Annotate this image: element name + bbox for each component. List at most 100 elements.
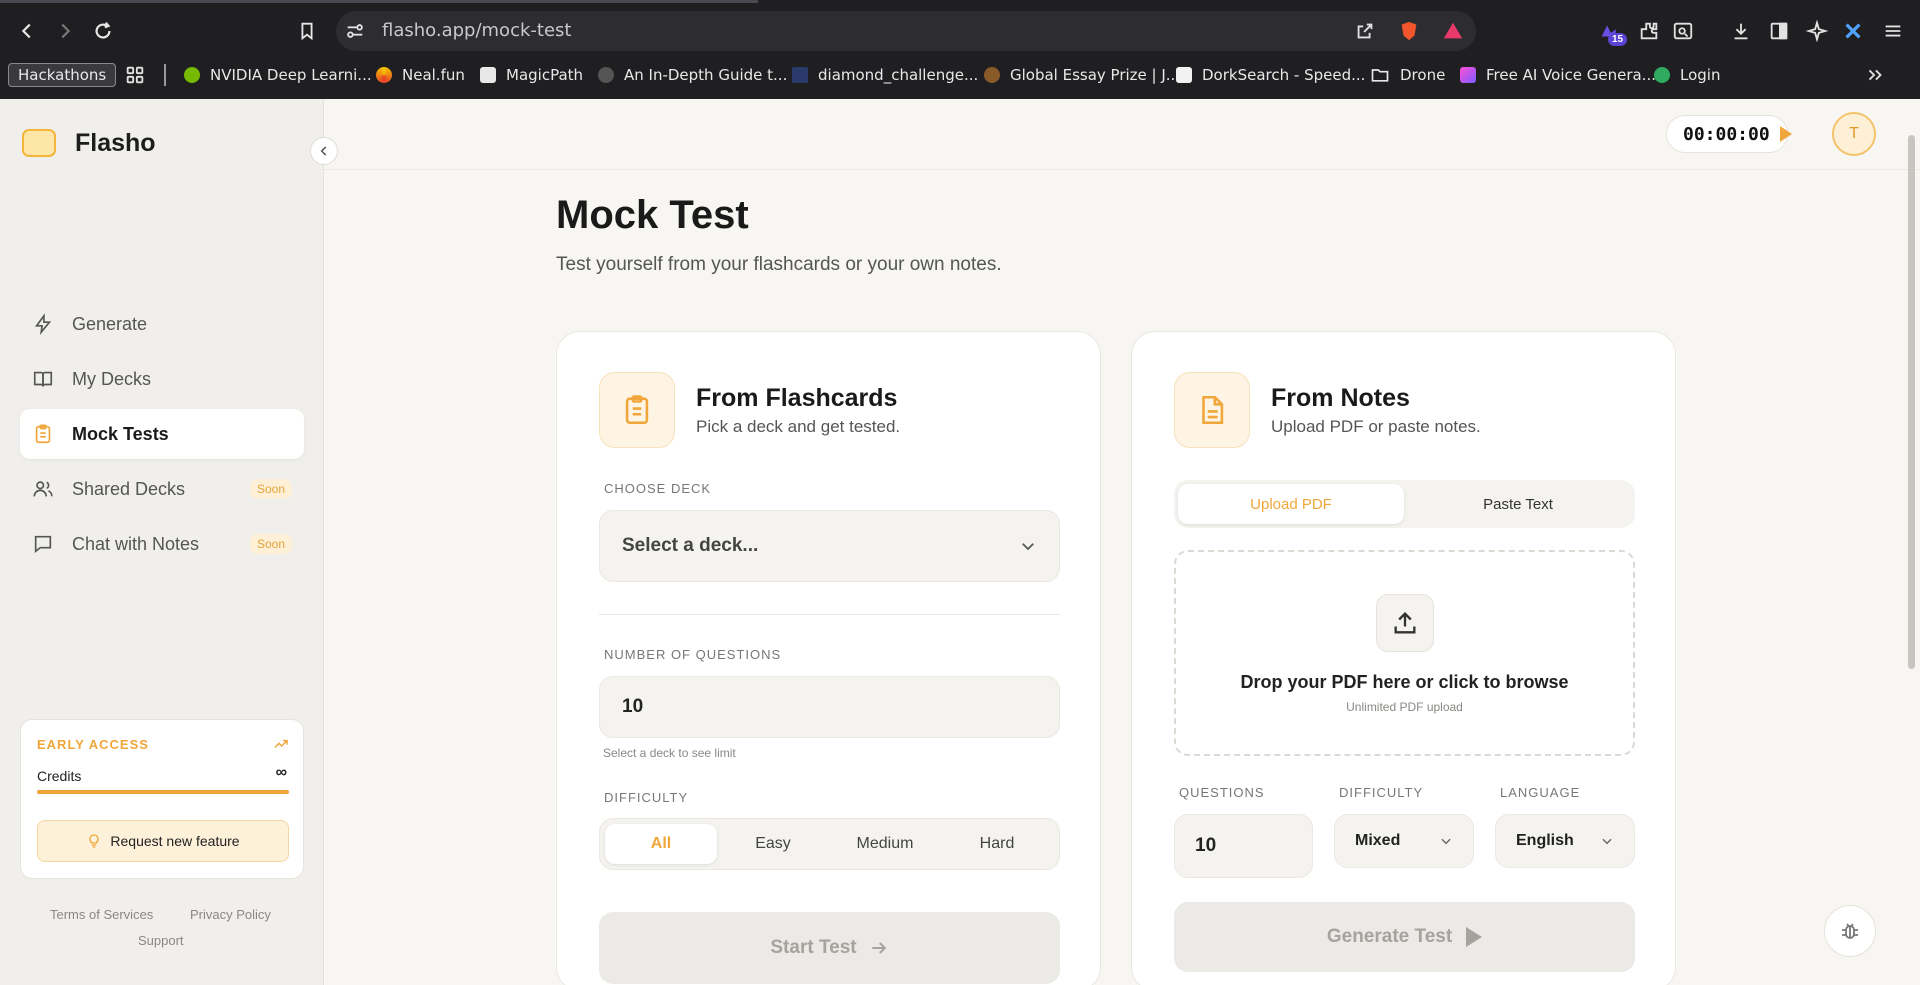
sidebar-item-shared-decks[interactable]: Shared Decks Soon [20,464,304,514]
download-icon[interactable] [1728,18,1754,44]
chat-icon [34,535,52,554]
back-button[interactable] [12,16,42,46]
support-link[interactable]: Support [138,933,184,948]
voice-icon [1460,67,1476,83]
header-divider [324,169,1920,170]
brave-shields-icon[interactable] [1396,18,1422,44]
document-icon [1174,372,1250,448]
number-of-questions-input[interactable]: 10 [599,676,1060,738]
bookmark-folder-hackathons[interactable]: Hackathons [8,63,117,87]
bookmark-page-button[interactable] [292,16,322,46]
difficulty-option-medium[interactable]: Medium [829,824,941,864]
bookmark-guide[interactable]: An In-Depth Guide t... [598,64,787,86]
bookmark-dorksearch[interactable]: DorkSearch - Speed... [1176,64,1365,86]
essay-icon [984,67,1000,83]
upload-icon [1376,594,1434,652]
page-subtitle: Test yourself from your flashcards or yo… [556,254,1002,275]
generate-test-button[interactable]: Generate Test [1174,902,1635,972]
chevron-left-icon [320,146,327,156]
lightning-icon [34,313,52,335]
dropzone-title: Drop your PDF here or click to browse [1240,672,1569,692]
tab-upload-pdf[interactable]: Upload PDF [1178,484,1404,524]
guide-icon [598,67,614,83]
folder-icon [1371,69,1389,82]
credits-label: Credits [37,768,82,784]
leo-ai-icon[interactable] [1804,18,1830,44]
flashcards-card-subtitle: Pick a deck and get tested. [696,417,901,436]
url-text[interactable]: flasho.app/mock-test [382,20,571,41]
pdf-dropzone[interactable]: Drop your PDF here or click to browse Un… [1174,550,1635,756]
bug-icon [1842,923,1858,939]
diamond-icon [792,67,808,83]
more-bookmarks-icon[interactable] [1862,62,1888,88]
credits-progress [37,790,289,794]
early-access-card: EARLY ACCESS Credits ∞ Request new featu… [20,719,304,879]
share-icon[interactable] [1352,18,1378,44]
dropzone-subtitle: Unlimited PDF upload [1346,700,1463,714]
bookmark-nealfun[interactable]: Neal.fun [376,64,465,86]
bookmark-nvidia[interactable]: NVIDIA Deep Learni... [184,64,372,86]
clipboard-icon [35,424,51,444]
reader-mode-icon[interactable] [1670,18,1696,44]
extension-x-icon[interactable] [1840,18,1866,44]
test-timer[interactable]: 00:00:00 [1666,115,1792,153]
difficulty-option-hard[interactable]: Hard [941,824,1053,864]
chevron-down-icon [1022,543,1034,551]
bookmark-essay[interactable]: Global Essay Prize | J... [984,64,1180,86]
magicpath-icon [480,67,496,83]
bookmark-voice[interactable]: Free AI Voice Genera... [1460,64,1656,86]
bookmark-magicpath[interactable]: MagicPath [480,64,583,86]
play-icon [1779,126,1792,142]
bookmark-separator [164,64,166,86]
sidebar-item-mock-tests[interactable]: Mock Tests [20,409,304,459]
reload-button[interactable] [88,16,118,46]
apps-grid-icon[interactable] [122,62,148,88]
difficulty-option-all[interactable]: All [605,824,717,864]
early-access-title: EARLY ACCESS [37,737,149,752]
report-bug-button[interactable] [1824,905,1876,957]
notes-questions-input[interactable]: 10 [1174,814,1313,878]
sidebar-item-my-decks[interactable]: My Decks [20,354,304,404]
book-icon [33,371,53,387]
notes-card: From Notes Upload PDF or paste notes. Up… [1131,331,1676,985]
notes-difficulty-select[interactable]: Mixed [1334,814,1474,868]
sidebar-collapse-button[interactable] [310,137,338,165]
clipboard-icon [599,372,675,448]
request-feature-button[interactable]: Request new feature [37,820,289,862]
lightbulb-icon [89,834,100,848]
sidebar-item-chat-with-notes[interactable]: Chat with Notes Soon [20,519,304,569]
notes-language-select[interactable]: English [1495,814,1635,868]
arrow-right-icon [871,942,886,954]
flasho-logo-icon [22,129,56,157]
extension-badge: 15 [1608,33,1628,46]
bookmark-folder-drone[interactable]: Drone [1370,64,1445,86]
notes-source-tabs: Upload PDF Paste Text [1174,480,1635,528]
questions-label: QUESTIONS [1179,785,1265,800]
avatar[interactable]: T [1832,112,1876,156]
trending-up-icon [274,739,288,748]
difficulty-option-easy[interactable]: Easy [717,824,829,864]
bookmark-login[interactable]: Login [1654,64,1720,86]
brave-rewards-icon[interactable] [1440,18,1466,44]
soon-badge: Soon [249,479,292,499]
site-settings-icon[interactable] [342,18,368,44]
deck-select[interactable]: Select a deck... [599,510,1060,582]
page-load-bar [0,0,758,3]
credits-progress-fill [37,790,289,794]
sidebar-toggle-icon[interactable] [1766,18,1792,44]
bookmark-diamond[interactable]: diamond_challenge... [792,64,978,86]
terms-link[interactable]: Terms of Services [50,907,153,922]
start-test-button[interactable]: Start Test [599,912,1060,984]
tab-paste-text[interactable]: Paste Text [1405,484,1631,524]
browser-menu-icon[interactable] [1880,18,1906,44]
privacy-link[interactable]: Privacy Policy [190,907,271,922]
page-title: Mock Test [556,193,749,237]
extensions-icon[interactable] [1636,18,1662,44]
difficulty-label: DIFFICULTY [604,790,689,805]
card-divider [599,614,1060,615]
app: Flasho Generate My Decks Mock Tests Shar… [0,99,1920,985]
language-label: LANGUAGE [1500,785,1581,800]
scrollbar[interactable] [1908,135,1915,669]
forward-button[interactable] [50,16,80,46]
sidebar-item-generate[interactable]: Generate [20,299,304,349]
